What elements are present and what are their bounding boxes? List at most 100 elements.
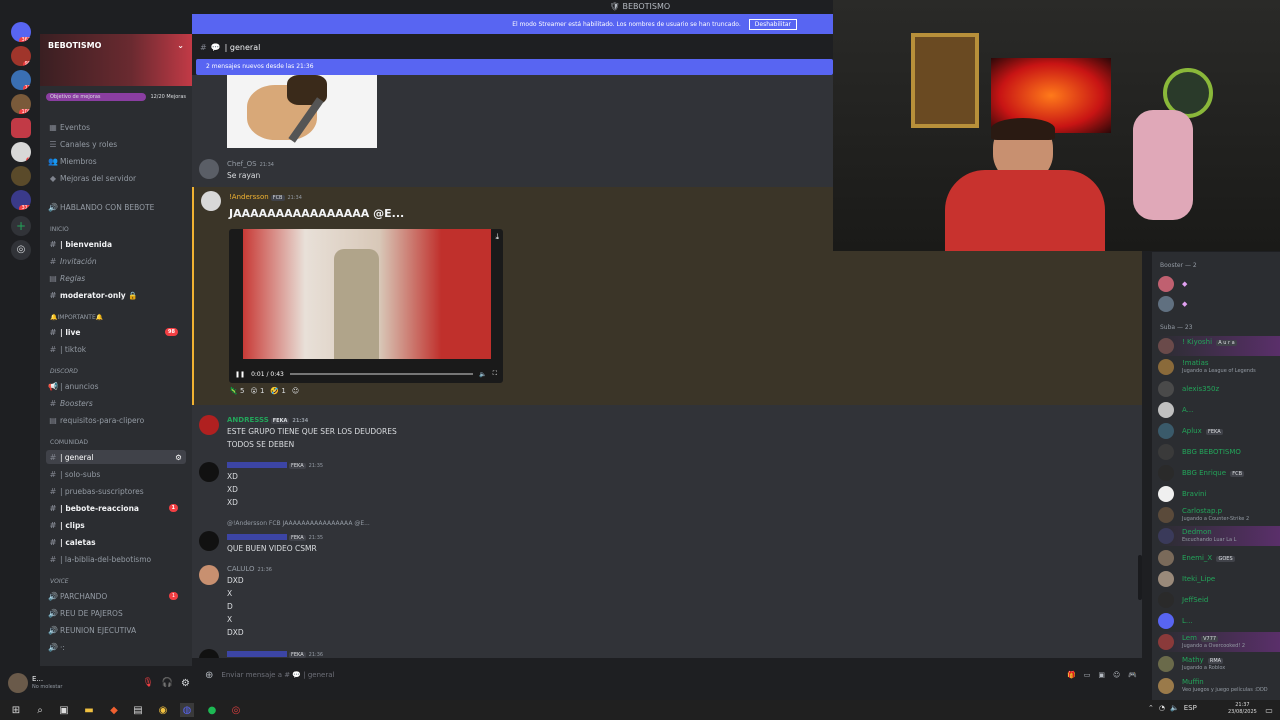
member-item[interactable]: alexis350z — [1158, 379, 1280, 399]
spotify-icon[interactable]: ● — [205, 703, 219, 717]
message-author[interactable]: Chef_OS — [227, 160, 257, 168]
member-item[interactable]: !matias Jugando a League of Legends — [1158, 357, 1280, 377]
new-messages-bar[interactable]: 2 mensajes nuevos desde las 21:36 — [196, 59, 833, 75]
chevron-down-icon[interactable]: ⌄ — [177, 41, 184, 50]
channel-anuncios[interactable]: 📢 | anuncios — [46, 379, 186, 393]
member-item[interactable]: Enemi_X GOES — [1158, 548, 1280, 568]
reaction[interactable]: 🦎 5 — [229, 387, 244, 395]
channel-bebote-reacciona[interactable]: # | bebote-reacciona 1 — [46, 501, 186, 515]
wifi-icon[interactable]: ◔ — [1159, 704, 1165, 712]
channel-moderator-only[interactable]: # moderator-only 🔒 — [46, 288, 186, 302]
channel-live[interactable]: # | live 98 — [46, 325, 186, 339]
reply-preview[interactable]: @!Andersson FCB JAAAAAAAAAAAAAAAA @E... — [227, 520, 370, 527]
server-icon[interactable]: 12 — [11, 70, 31, 90]
settings-icon[interactable]: ⚙ — [175, 453, 182, 462]
obs-icon[interactable]: ◎ — [229, 703, 243, 717]
category-voice[interactable]: VOICE — [50, 578, 69, 585]
channel-solo-subs[interactable]: # | solo-subs — [46, 467, 186, 481]
member-item[interactable]: L... — [1158, 611, 1280, 631]
chrome-icon[interactable]: ◉ — [156, 703, 170, 717]
member-item[interactable]: Lem V777 Jugando a Overcooked! 2 — [1158, 632, 1280, 652]
server-icon[interactable] — [11, 118, 31, 138]
member-item[interactable]: Bravini — [1158, 484, 1280, 504]
volume-icon[interactable]: 🔈 — [1170, 704, 1179, 712]
member-item[interactable]: ◆ — [1158, 294, 1280, 314]
message-author[interactable]: CALULO — [227, 565, 255, 573]
lang-indicator[interactable]: ESP — [1184, 704, 1197, 712]
gift-icon[interactable]: 🎁 — [1067, 671, 1076, 679]
server-banner[interactable]: BEBOTISMO ⌄ — [40, 34, 192, 86]
message-author[interactable] — [227, 534, 287, 540]
store-icon[interactable]: ▤ — [131, 703, 145, 717]
member-item[interactable]: ◆ — [1158, 274, 1280, 294]
member-item[interactable]: Aplux FEKA — [1158, 421, 1280, 441]
member-item[interactable]: Dedmon Escuchando Luar La L — [1158, 526, 1280, 546]
mic-muted-icon[interactable]: 🎙 — [142, 678, 153, 688]
member-item[interactable]: BBG BEBOTISMO — [1158, 442, 1280, 462]
explore-icon[interactable]: ◎ — [11, 240, 31, 260]
channel-invitacion[interactable]: # Invitación — [46, 254, 186, 268]
menu-channels-roles[interactable]: ☰ Canales y roles — [46, 137, 186, 151]
server-icon[interactable]: 99 — [11, 46, 31, 66]
channel-tiktok[interactable]: # | tiktok — [46, 342, 186, 356]
message-input[interactable]: Enviar mensaje a # 💬 | general — [221, 671, 1059, 679]
voice-reu-de-pajeros[interactable]: 🔊 REU DE PAJEROS — [46, 606, 186, 620]
menu-events[interactable]: ▦ Eventos — [46, 120, 186, 134]
member-item[interactable]: A... — [1158, 400, 1280, 420]
voice-channel-hablando[interactable]: 🔊 HABLANDO CON BEBOTE — [46, 200, 186, 214]
avatar[interactable] — [199, 649, 219, 658]
gear-icon[interactable]: ⚙ — [181, 678, 190, 689]
direct-messages-icon[interactable]: 361 — [11, 22, 31, 42]
menu-server-boosts[interactable]: ◆ Mejoras del servidor — [46, 171, 186, 185]
member-item[interactable]: Muffin Veo juegos y juego películas :DDD — [1158, 676, 1280, 696]
avatar[interactable] — [199, 415, 219, 435]
avatar[interactable] — [199, 462, 219, 482]
task-view-icon[interactable]: ▣ — [57, 703, 71, 717]
voice-other[interactable]: 🔊 ·: — [46, 640, 186, 654]
voice-reunion-ejecutiva[interactable]: 🔊 REUNION EJECUTIVA — [46, 623, 186, 637]
message-author[interactable]: ANDRESSS — [227, 416, 269, 424]
category-discord[interactable]: DISCORD — [50, 368, 78, 375]
menu-members[interactable]: 👥 Miembros — [46, 154, 186, 168]
message-author[interactable]: !Andersson — [229, 193, 269, 201]
avatar[interactable] — [199, 531, 219, 551]
avatar[interactable] — [199, 565, 219, 585]
channel-requisitos[interactable]: ▤ requisitos-para-clipero — [46, 413, 186, 427]
add-reaction-icon[interactable]: ☺ — [292, 387, 299, 395]
volume-icon[interactable]: 🔈 — [479, 371, 486, 378]
server-icon[interactable]: 6 — [11, 142, 31, 162]
chevron-up-icon[interactable]: ⌃ — [1148, 704, 1154, 712]
discord-icon[interactable]: ◍ — [180, 703, 194, 717]
avatar[interactable] — [201, 191, 221, 211]
category-comunidad[interactable]: COMUNIDAD — [50, 439, 88, 446]
reaction[interactable]: 🤣 1 — [270, 387, 285, 395]
emoji-icon[interactable]: ☺ — [1113, 671, 1120, 679]
member-item[interactable]: Carlostap.p Jugando a Counter-Strike 2 — [1158, 505, 1280, 525]
channel-clips[interactable]: # | clips — [46, 518, 186, 532]
channel-caletas[interactable]: # | caletas — [46, 535, 186, 549]
clock[interactable]: 21:37 23/08/2025 — [1228, 702, 1257, 716]
member-item[interactable]: BBG Enrique FCB — [1158, 463, 1280, 483]
avatar[interactable] — [199, 159, 219, 179]
disable-streamer-button[interactable]: Deshabilitar — [748, 18, 797, 30]
message-author[interactable] — [227, 462, 287, 468]
headphones-muted-icon[interactable]: 🎧 — [162, 678, 173, 688]
message-author[interactable] — [227, 651, 287, 657]
channel-reglas[interactable]: ▤ Reglas — [46, 271, 186, 285]
brave-icon[interactable]: ◆ — [107, 703, 121, 717]
file-explorer-icon[interactable]: ▬ — [82, 703, 96, 717]
voice-parchando[interactable]: 🔊 PARCHANDO 1 — [46, 589, 186, 603]
member-item[interactable]: ! Kiyoshi A u r a — [1158, 336, 1280, 356]
category-inicio[interactable]: INICIO — [50, 226, 69, 233]
video-seek-bar[interactable] — [289, 373, 474, 375]
channel-pruebas[interactable]: # | pruebas-suscriptores — [46, 484, 186, 498]
windows-start-icon[interactable]: ⊞ — [9, 703, 23, 717]
pause-icon[interactable]: ❚❚ — [235, 371, 245, 378]
channel-biblia[interactable]: # | la-biblia-del-bebotismo — [46, 552, 186, 566]
image-attachment[interactable] — [227, 75, 377, 148]
server-icon[interactable] — [11, 166, 31, 186]
member-item[interactable]: Iteki_Lipe — [1158, 569, 1280, 589]
sticker-icon[interactable]: ▣ — [1098, 671, 1105, 679]
add-server-icon[interactable]: + — [11, 216, 31, 236]
chat-scrollbar[interactable] — [1138, 555, 1142, 600]
